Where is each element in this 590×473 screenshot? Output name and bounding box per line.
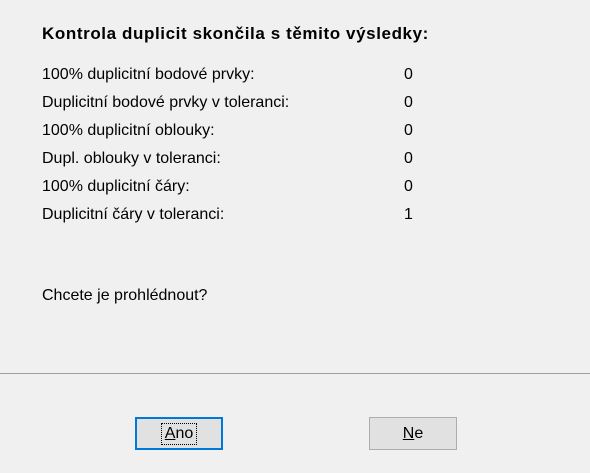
yes-button[interactable]: Ano: [135, 417, 223, 450]
result-value: 0: [404, 66, 413, 83]
result-value: 0: [404, 122, 413, 139]
no-button[interactable]: Ne: [369, 417, 457, 450]
duplicate-check-dialog: Kontrola duplicit skončila s těmito výsl…: [0, 0, 590, 473]
dialog-heading: Kontrola duplicit skončila s těmito výsl…: [42, 24, 429, 43]
result-row-line-tolerance: Duplicitní čáry v toleranci: 1: [42, 205, 462, 233]
result-row-arc-tolerance: Dupl. oblouky v toleranci: 0: [42, 149, 462, 177]
result-row-line-100: 100% duplicitní čáry: 0: [42, 177, 462, 205]
result-row-arc-100: 100% duplicitní oblouky: 0: [42, 121, 462, 149]
result-label: 100% duplicitní čáry:: [42, 178, 190, 195]
result-label: Dupl. oblouky v toleranci:: [42, 150, 221, 167]
button-bar: Ano Ne: [0, 374, 590, 473]
result-label: Duplicitní bodové prvky v toleranci:: [42, 94, 290, 111]
result-label: 100% duplicitní oblouky:: [42, 122, 215, 139]
focus-rectangle: Ano: [160, 422, 198, 445]
yes-label-rest: no: [175, 424, 194, 442]
yes-mnemonic: A: [164, 424, 176, 442]
result-label: Duplicitní čáry v toleranci:: [42, 206, 225, 223]
results-list: 100% duplicitní bodové prvky: 0 Duplicit…: [42, 65, 462, 233]
result-label: 100% duplicitní bodové prvky:: [42, 66, 255, 83]
result-row-point-100: 100% duplicitní bodové prvky: 0: [42, 65, 462, 93]
result-value: 1: [404, 206, 413, 223]
result-value: 0: [404, 150, 413, 167]
dialog-content: Kontrola duplicit skončila s těmito výsl…: [0, 0, 590, 373]
no-label-rest: e: [414, 424, 424, 442]
question-text: Chcete je prohlédnout?: [42, 287, 208, 304]
no-mnemonic: N: [402, 424, 415, 442]
result-value: 0: [404, 178, 413, 195]
result-row-point-tolerance: Duplicitní bodové prvky v toleranci: 0: [42, 93, 462, 121]
result-value: 0: [404, 94, 413, 111]
